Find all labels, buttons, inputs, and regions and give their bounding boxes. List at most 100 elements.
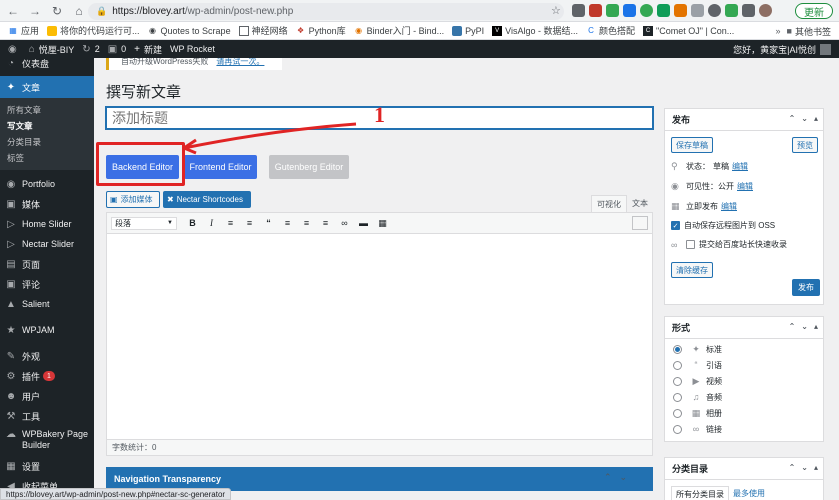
comments-link[interactable]: ▣ 0 bbox=[108, 44, 126, 55]
chevron-down-icon[interactable]: ⌄ bbox=[801, 114, 808, 123]
triangle-up-icon[interactable]: ▴ bbox=[814, 114, 818, 123]
sidebar-item-dashboard[interactable]: ◔ 仪表盘 bbox=[0, 56, 94, 70]
back-icon[interactable]: ← bbox=[4, 2, 22, 20]
format-option-quote[interactable]: “ 引语 bbox=[673, 359, 722, 371]
tab-visual[interactable]: 可视化 bbox=[591, 195, 627, 212]
radio-gallery[interactable] bbox=[673, 408, 682, 418]
submenu-new-post[interactable]: 写文章 bbox=[0, 118, 94, 134]
radio-quote[interactable] bbox=[673, 360, 682, 370]
sidebar-item-pages[interactable]: ▤ 页面 bbox=[0, 254, 94, 274]
sidebar-item-nectar-slider[interactable]: ▷ Nectar Slider bbox=[0, 234, 94, 254]
format-option-gallery[interactable]: ▦ 相册 bbox=[673, 407, 722, 419]
sidebar-item-home-slider[interactable]: ▷ Home Slider bbox=[0, 214, 94, 234]
clear-cache-button[interactable]: 清除缓存 bbox=[671, 262, 713, 278]
site-name-link[interactable]: ⌂ 悦厘-BIY bbox=[29, 43, 75, 56]
ext-icon-2[interactable] bbox=[606, 4, 619, 17]
new-content-link[interactable]: + 新建 bbox=[134, 43, 162, 56]
sidebar-item-portfolio[interactable]: ◉ Portfolio bbox=[0, 174, 94, 194]
chevron-up-icon[interactable]: ⌃ bbox=[789, 114, 796, 123]
ext-icon-5[interactable] bbox=[674, 4, 687, 17]
ext-icon-8[interactable] bbox=[725, 4, 738, 17]
bookmark-visualgo[interactable]: V VisAlgo - 数据结... bbox=[492, 24, 578, 37]
bookmark-apps[interactable]: ▦ 应用 bbox=[8, 24, 39, 37]
nectar-shortcodes-button[interactable]: ✖ Nectar Shortcodes bbox=[163, 191, 251, 208]
publish-button[interactable]: 发布 bbox=[792, 279, 820, 296]
oss-checkbox[interactable]: ✓ bbox=[671, 221, 680, 230]
camera-ext-icon[interactable] bbox=[572, 4, 585, 17]
edit-visibility-link[interactable]: 编辑 bbox=[737, 181, 753, 192]
format-option-video[interactable]: ▶ 视频 bbox=[673, 375, 722, 387]
format-option-standard[interactable]: ✦ 标准 bbox=[673, 343, 722, 355]
bookmark-oj[interactable]: C "Comet OJ" | Con... bbox=[643, 25, 734, 36]
edit-status-link[interactable]: 编辑 bbox=[732, 161, 748, 172]
bookmark-quotes[interactable]: ◉ Quotes to Scrape bbox=[148, 26, 231, 36]
other-bookmarks[interactable]: » ■ 其他书签 bbox=[776, 22, 831, 40]
sidebar-item-settings[interactable]: ▦ 设置 bbox=[0, 456, 94, 476]
profile-avatar[interactable] bbox=[759, 4, 772, 17]
chevron-down-icon[interactable]: ⌄ bbox=[620, 472, 628, 483]
chevron-up-icon[interactable]: ⌃ bbox=[604, 472, 612, 483]
sidebar-item-salient[interactable]: ▲ Salient bbox=[0, 294, 94, 314]
sidebar-item-users[interactable]: ☻ 用户 bbox=[0, 386, 94, 406]
format-option-audio[interactable]: ♫ 音频 bbox=[673, 391, 722, 403]
star-icon[interactable]: ☆ bbox=[551, 4, 561, 17]
bookmark-binder[interactable]: ◉ Binder入门 - Bind... bbox=[354, 24, 444, 37]
ext-icon-7[interactable] bbox=[708, 4, 721, 17]
radio-video[interactable] bbox=[673, 376, 682, 386]
wp-logo[interactable]: ◉ bbox=[8, 44, 21, 55]
chevron-up-icon[interactable]: ⌃ bbox=[789, 322, 796, 331]
triangle-up-icon[interactable]: ▴ bbox=[814, 463, 818, 472]
format-option-link[interactable]: ∞ 链接 bbox=[673, 423, 722, 435]
sidebar-item-tools[interactable]: ⚒ 工具 bbox=[0, 406, 94, 426]
preview-button[interactable]: 预览 bbox=[792, 137, 818, 153]
align-left-icon[interactable]: ≡ bbox=[278, 216, 297, 231]
submenu-tags[interactable]: 标签 bbox=[0, 150, 94, 166]
radio-audio[interactable] bbox=[673, 392, 682, 402]
my-account[interactable]: 您好，黄家宝|AI悦创 bbox=[733, 40, 831, 58]
more-tag-icon[interactable]: ▬ bbox=[354, 216, 373, 231]
chevron-down-icon[interactable]: ⌄ bbox=[801, 463, 808, 472]
chevron-up-icon[interactable]: ⌃ bbox=[789, 463, 796, 472]
format-select[interactable]: 段落 ▼ bbox=[111, 216, 177, 230]
radio-link[interactable] bbox=[673, 424, 682, 434]
radio-standard[interactable] bbox=[673, 344, 682, 354]
updates-link[interactable]: ↻ 2 bbox=[82, 44, 99, 55]
reload-icon[interactable]: ↻ bbox=[48, 2, 66, 20]
tab-text[interactable]: 文本 bbox=[627, 195, 653, 212]
sidebar-item-wpjam[interactable]: ★ WPJAM bbox=[0, 320, 94, 340]
align-right-icon[interactable]: ≡ bbox=[316, 216, 335, 231]
bullet-list-icon[interactable]: ≡ bbox=[221, 216, 240, 231]
sidebar-item-appearance[interactable]: ✎ 外观 bbox=[0, 346, 94, 366]
ext-icon-1[interactable] bbox=[589, 4, 602, 17]
bookmark-pypi[interactable]: PyPI bbox=[452, 25, 484, 36]
address-bar[interactable]: 🔒 https://blovey.art/wp-admin/post-new.p… bbox=[88, 3, 564, 20]
submenu-all-posts[interactable]: 所有文章 bbox=[0, 102, 94, 118]
content-editor[interactable]: 段落 ▼ B I ≡ ≡ “ ≡ ≡ ≡ ∞ ▬ ▦ 字数统计：0 bbox=[106, 212, 653, 456]
chevron-down-icon[interactable]: ⌄ bbox=[801, 322, 808, 331]
wp-rocket-link[interactable]: WP Rocket bbox=[170, 44, 215, 54]
oss-option[interactable]: ✓ 自动保存远程图片到 OSS bbox=[671, 220, 775, 231]
wechat-ext-icon[interactable] bbox=[640, 4, 653, 17]
blockquote-icon[interactable]: “ bbox=[259, 216, 278, 231]
sidebar-item-media[interactable]: ▣ 媒体 bbox=[0, 194, 94, 214]
bold-icon[interactable]: B bbox=[183, 216, 202, 231]
update-button[interactable]: 更新 bbox=[795, 3, 833, 19]
home-icon[interactable]: ⌂ bbox=[70, 2, 88, 20]
italic-icon[interactable]: I bbox=[202, 216, 221, 231]
ext-icon-3[interactable] bbox=[623, 4, 636, 17]
bookmark-nn[interactable]: 神经网络 bbox=[238, 24, 288, 37]
edit-time-link[interactable]: 编辑 bbox=[721, 201, 737, 212]
submenu-categories[interactable]: 分类目录 bbox=[0, 134, 94, 150]
link-icon[interactable]: ∞ bbox=[335, 216, 354, 231]
sidebar-item-posts[interactable]: ✦ 文章 bbox=[0, 76, 94, 98]
forward-icon[interactable]: → bbox=[26, 2, 44, 20]
sidebar-item-plugins[interactable]: ⚙ 插件 1 bbox=[0, 366, 94, 386]
tab-most-used[interactable]: 最多使用 bbox=[729, 486, 769, 500]
fullscreen-icon[interactable] bbox=[632, 216, 648, 230]
bookmark-colors[interactable]: C 颜色搭配 bbox=[586, 24, 635, 37]
toolbar-toggle-icon[interactable]: ▦ bbox=[373, 216, 392, 231]
ext-icon-6[interactable] bbox=[691, 4, 704, 17]
bookmark-code[interactable]: 将你的代码运行可... bbox=[47, 24, 140, 37]
baidu-option[interactable]: ∞ 提交给百度站长快速收录 bbox=[671, 239, 787, 250]
sidebar-item-wpbakery[interactable]: ☁ WPBakery Page Builder bbox=[0, 426, 94, 456]
